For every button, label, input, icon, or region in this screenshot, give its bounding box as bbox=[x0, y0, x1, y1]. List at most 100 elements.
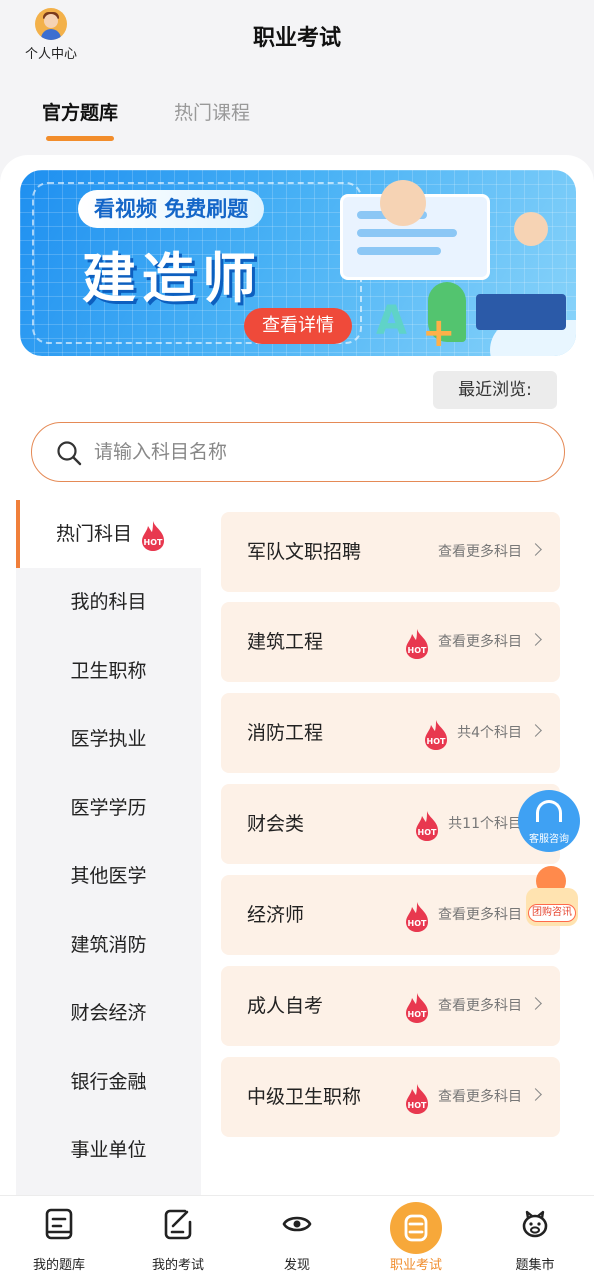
category-card[interactable]: 军队文职招聘 查看更多科目 bbox=[221, 512, 560, 592]
category-more-text: 查看更多科目 bbox=[438, 1089, 522, 1105]
tab-label: 热门课程 bbox=[174, 102, 251, 124]
tab-official-question-bank[interactable]: 官方题库 bbox=[42, 98, 119, 141]
piggy-icon bbox=[522, 1210, 548, 1238]
category-card[interactable]: 财会类 共11个科目 HOT bbox=[221, 784, 560, 864]
category-more-text: 共4个科目 bbox=[457, 725, 522, 741]
hot-text: HOT bbox=[408, 1101, 427, 1110]
category-card[interactable]: 消防工程 共4个科目 HOT bbox=[221, 693, 560, 773]
sidebar-item-health-title[interactable]: 卫生职称 bbox=[16, 637, 201, 705]
category-name: 建筑工程 bbox=[247, 631, 324, 653]
nav-label: 发现 bbox=[283, 1258, 310, 1273]
group-buy-label: 团购咨讯 bbox=[528, 904, 576, 922]
nav-label: 题集市 bbox=[515, 1258, 555, 1273]
teacher-illustration bbox=[380, 180, 426, 226]
sidebar-item-label: 我的科目 bbox=[70, 591, 147, 613]
student-illustration bbox=[514, 212, 548, 246]
sidebar-item-label: 医学学历 bbox=[70, 797, 147, 819]
hot-flame-icon: HOT bbox=[416, 811, 439, 841]
category-more-text: 查看更多科目 bbox=[438, 907, 522, 923]
category-name: 军队文职招聘 bbox=[247, 541, 362, 563]
search-icon bbox=[57, 441, 82, 466]
nav-question-market[interactable]: 题集市 bbox=[476, 1196, 594, 1280]
nav-professional-exams[interactable]: 职业考试 bbox=[357, 1196, 475, 1280]
category-name: 财会类 bbox=[247, 813, 305, 835]
search-input[interactable] bbox=[94, 435, 534, 469]
tab-bar: 官方题库 热门课程 bbox=[42, 98, 250, 141]
sidebar-item-label: 卫生职称 bbox=[70, 660, 147, 682]
category-card[interactable]: 中级卫生职称 查看更多科目 HOT bbox=[221, 1057, 560, 1137]
tab-hot-courses[interactable]: 热门课程 bbox=[174, 98, 250, 125]
header: 个人中心 职业考试 官方题库 热门课程 bbox=[0, 0, 594, 150]
sidebar-item-medical-practice[interactable]: 医学执业 bbox=[16, 705, 201, 773]
edit-icon bbox=[164, 1209, 192, 1240]
exam-icon bbox=[404, 1214, 428, 1242]
category-card[interactable]: 经济师 查看更多科目 HOT bbox=[221, 875, 560, 955]
chevron-right-icon bbox=[529, 633, 542, 646]
tab-active-indicator bbox=[46, 136, 115, 141]
plus-illustration: + bbox=[422, 310, 456, 356]
hot-flame-icon: HOT bbox=[406, 629, 428, 659]
nav-label: 我的考试 bbox=[151, 1258, 204, 1273]
book-icon bbox=[45, 1208, 73, 1240]
banner-headline: 建造师 bbox=[82, 247, 262, 310]
customer-service-button[interactable]: 客服咨询 bbox=[518, 790, 580, 852]
hot-text: HOT bbox=[418, 828, 437, 837]
category-name: 经济师 bbox=[247, 904, 305, 926]
sidebar-item-my-subjects[interactable]: 我的科目 bbox=[16, 568, 201, 636]
category-sidebar: 热门科目 HOT 我的科目 卫生职称 医学执业 医学学历 其他医学 建筑消防 财… bbox=[16, 500, 201, 1195]
category-more-text: 查看更多科目 bbox=[438, 634, 522, 650]
hot-text: HOT bbox=[408, 646, 427, 655]
nav-discover[interactable]: 发现 bbox=[238, 1196, 356, 1280]
sidebar-item-label: 医学执业 bbox=[70, 728, 147, 750]
category-card[interactable]: 建筑工程 查看更多科目 HOT bbox=[221, 602, 560, 682]
promo-banner[interactable]: A + 看视频 免费刷题 建造师 查看详情 bbox=[20, 170, 576, 356]
sidebar-item-label: 银行金融 bbox=[70, 1071, 147, 1093]
chevron-right-icon bbox=[529, 543, 542, 556]
sidebar-item-other-medical[interactable]: 其他医学 bbox=[16, 842, 201, 910]
hot-text: HOT bbox=[408, 919, 427, 928]
sidebar-item-label: 热门科目 bbox=[56, 523, 133, 545]
nav-label: 我的题库 bbox=[32, 1258, 85, 1273]
recent-browse-button[interactable]: 最近浏览: bbox=[433, 371, 557, 409]
banner-tag: 看视频 免费刷题 bbox=[78, 190, 265, 228]
eye-icon bbox=[282, 1216, 312, 1232]
nav-label: 职业考试 bbox=[389, 1258, 442, 1273]
group-buy-button[interactable]: 团购咨讯 bbox=[522, 866, 582, 930]
view-details-button[interactable]: 查看详情 bbox=[244, 308, 352, 344]
customer-service-label: 客服咨询 bbox=[529, 834, 569, 845]
chevron-right-icon bbox=[529, 997, 542, 1010]
sidebar-item-label: 财会经济 bbox=[70, 1002, 147, 1024]
hot-flame-icon: HOT bbox=[406, 1084, 428, 1114]
hot-text: HOT bbox=[408, 1010, 427, 1019]
nav-my-exams[interactable]: 我的考试 bbox=[119, 1196, 237, 1280]
books-illustration bbox=[476, 294, 566, 330]
category-name: 成人自考 bbox=[247, 995, 324, 1017]
category-more-text: 查看更多科目 bbox=[438, 998, 522, 1014]
tab-label: 官方题库 bbox=[42, 102, 119, 124]
sidebar-item-public-institution[interactable]: 事业单位 bbox=[16, 1116, 201, 1184]
hot-text: HOT bbox=[427, 737, 446, 746]
headset-icon bbox=[536, 800, 562, 822]
chevron-right-icon bbox=[529, 1088, 542, 1101]
letter-a-illustration: A bbox=[376, 298, 407, 344]
sidebar-item-banking[interactable]: 银行金融 bbox=[16, 1048, 201, 1116]
hot-flame-icon: HOT bbox=[406, 902, 428, 932]
sidebar-item-construction-fire[interactable]: 建筑消防 bbox=[16, 911, 201, 979]
page-title: 职业考试 bbox=[252, 26, 341, 51]
category-name: 消防工程 bbox=[247, 722, 324, 744]
category-name: 中级卫生职称 bbox=[247, 1086, 362, 1108]
sidebar-item-finance-economics[interactable]: 财会经济 bbox=[16, 979, 201, 1047]
sidebar-item-label: 事业单位 bbox=[70, 1139, 147, 1161]
hot-flame-icon: HOT bbox=[425, 720, 448, 750]
sidebar-item-label: 建筑消防 bbox=[70, 934, 147, 956]
category-card[interactable]: 成人自考 查看更多科目 HOT bbox=[221, 966, 560, 1046]
hot-flame-icon: HOT bbox=[142, 521, 164, 551]
chevron-right-icon bbox=[529, 724, 542, 737]
hot-flame-icon: HOT bbox=[406, 993, 428, 1023]
nav-my-question-bank[interactable]: 我的题库 bbox=[0, 1196, 118, 1280]
sidebar-item-hot-subjects[interactable]: 热门科目 HOT bbox=[16, 500, 201, 568]
sidebar-item-label: 其他医学 bbox=[70, 865, 147, 887]
search-bar[interactable] bbox=[31, 422, 565, 482]
bottom-nav: 我的题库 我的考试 发现 职业考试 题集市 bbox=[0, 1195, 594, 1280]
sidebar-item-medical-degree[interactable]: 医学学历 bbox=[16, 774, 201, 842]
